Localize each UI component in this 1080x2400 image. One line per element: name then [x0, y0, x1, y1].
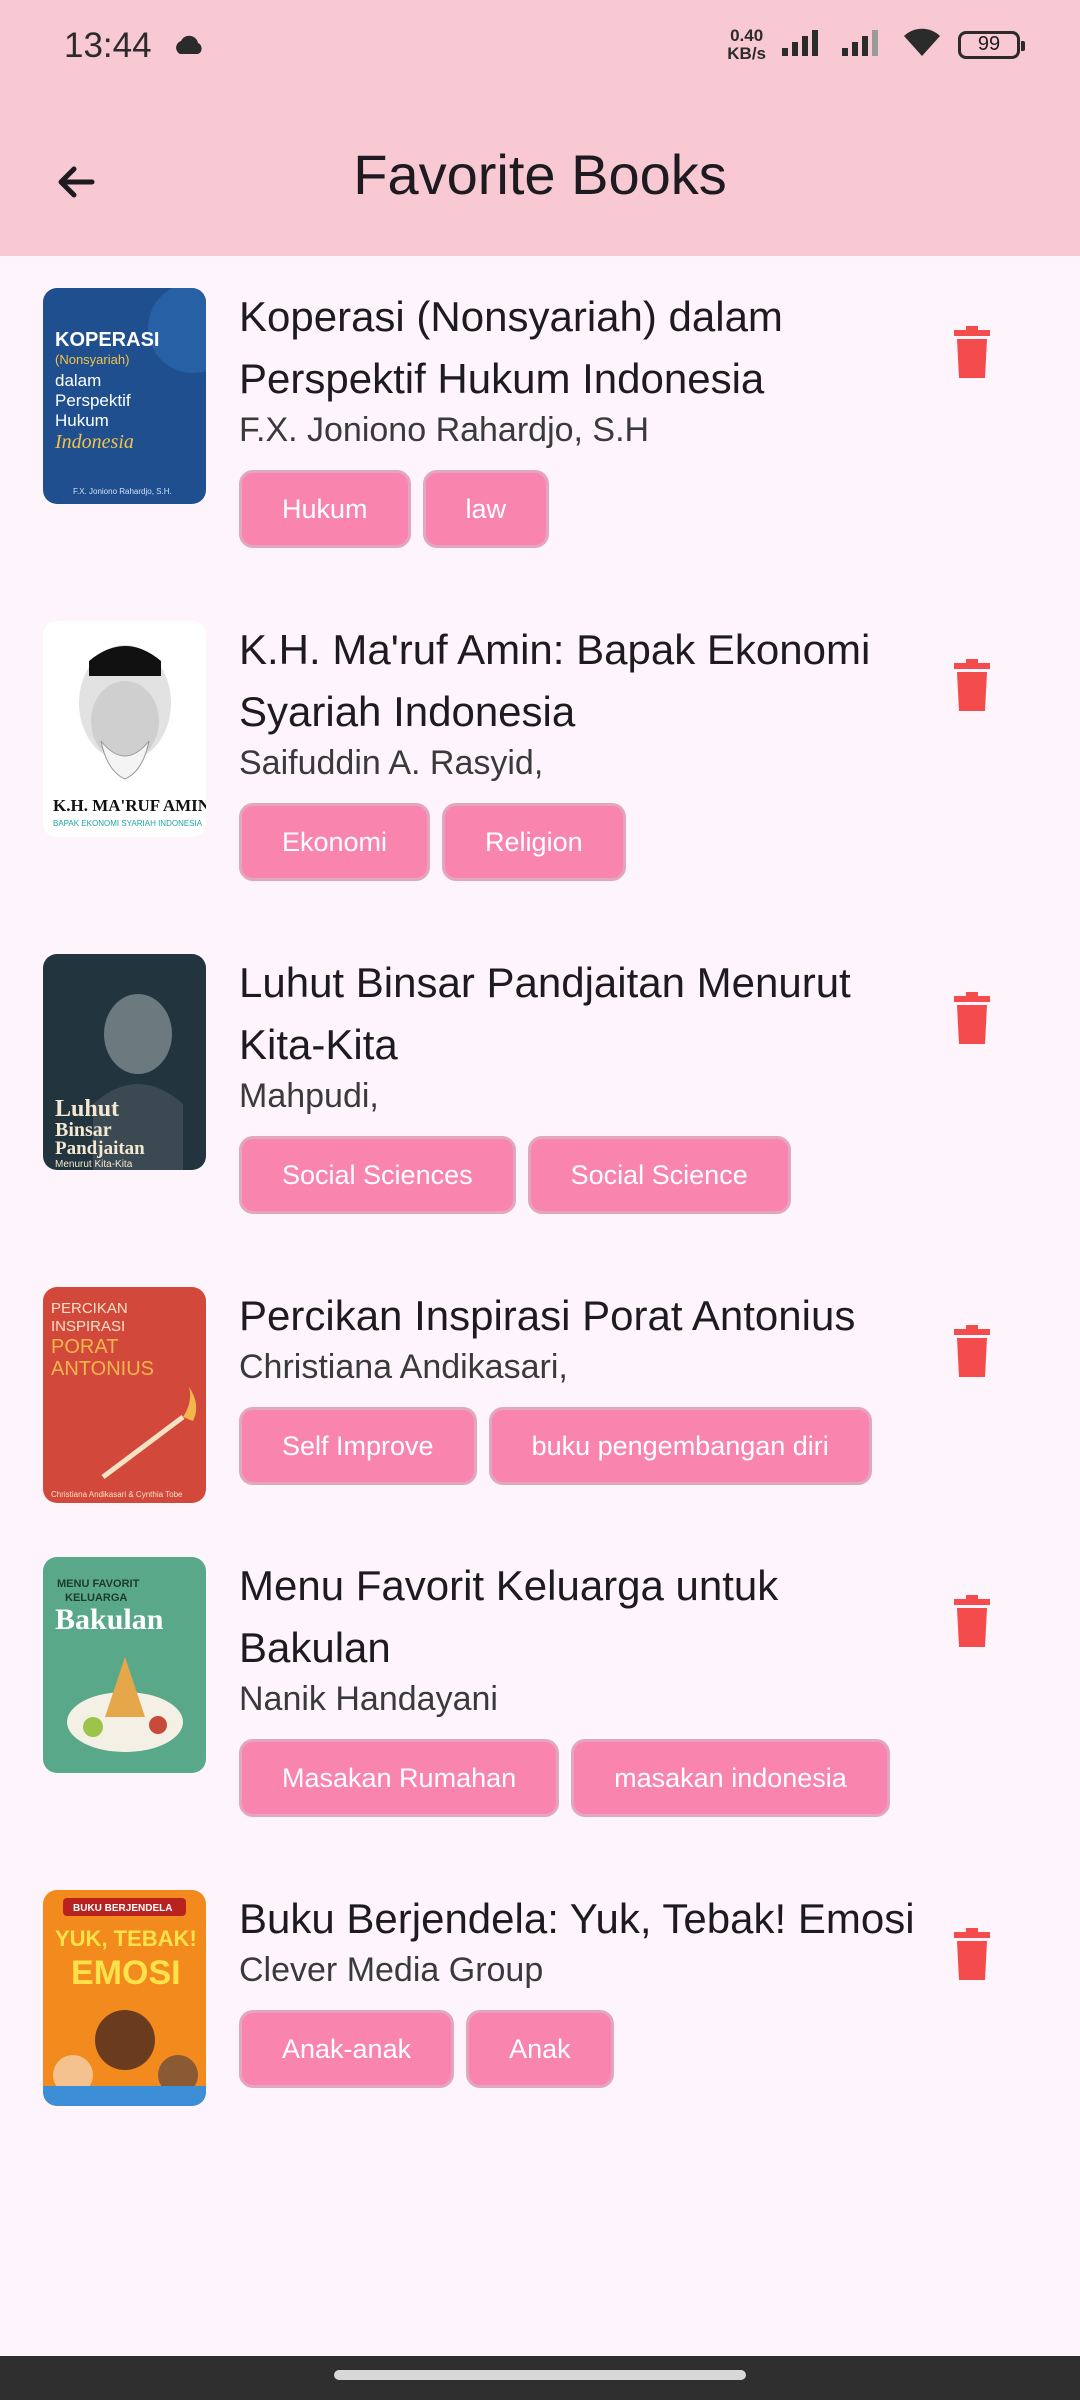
svg-text:BAPAK EKONOMI SYARIAH INDONESI: BAPAK EKONOMI SYARIAH INDONESIA — [53, 819, 203, 828]
book-info: Luhut Binsar Pandjaitan Menurut Kita-Kit… — [239, 952, 919, 1214]
svg-text:F.X. Joniono Rahardjo, S.H.: F.X. Joniono Rahardjo, S.H. — [73, 487, 172, 496]
delete-button[interactable] — [940, 1918, 1004, 1990]
svg-text:PERCIKAN: PERCIKAN — [51, 1300, 128, 1317]
book-list-item[interactable]: K.H. MA'RUF AMIN BAPAK EKONOMI SYARIAH I… — [0, 589, 1080, 922]
svg-text:dalam: dalam — [55, 371, 101, 390]
category-chip[interactable]: Social Science — [527, 1136, 791, 1214]
book-author: Christiana Andikasari, — [239, 1348, 568, 1386]
delete-button[interactable] — [940, 982, 1004, 1054]
category-chip[interactable]: Anak — [466, 2010, 614, 2088]
svg-text:YUK, TEBAK!: YUK, TEBAK! — [55, 1926, 197, 1951]
favorite-books-list: KOPERASI (Nonsyariah) dalam Perspektif H… — [0, 256, 1080, 2191]
svg-text:Menurut Kita-Kita: Menurut Kita-Kita — [55, 1159, 133, 1170]
trash-icon — [954, 992, 990, 1044]
trash-icon — [954, 659, 990, 711]
svg-text:Bakulan: Bakulan — [55, 1603, 164, 1636]
book-cover: Luhut Binsar Pandjaitan Menurut Kita-Kit… — [43, 954, 206, 1170]
book-info: Menu Favorit Keluarga untuk Bakulan Nani… — [239, 1555, 919, 1817]
category-chip[interactable]: Anak-anak — [239, 2010, 455, 2088]
tag-group: Hukum law — [239, 470, 919, 548]
category-chip[interactable]: Hukum — [239, 470, 411, 548]
battery-level: 99 — [977, 33, 1001, 55]
svg-text:KOPERASI: KOPERASI — [55, 329, 159, 351]
book-list-item[interactable]: Luhut Binsar Pandjaitan Menurut Kita-Kit… — [0, 922, 1080, 1255]
svg-text:MENU FAVORIT: MENU FAVORIT — [57, 1578, 140, 1590]
book-info: Buku Berjendela: Yuk, Tebak! Emosi Cleve… — [239, 1888, 919, 2088]
svg-text:Indonesia: Indonesia — [54, 431, 134, 453]
svg-text:Hukum: Hukum — [55, 411, 109, 430]
book-list-item[interactable]: MENU FAVORIT KELUARGA Bakulan Menu Favor… — [0, 1525, 1080, 1858]
book-cover: MENU FAVORIT KELUARGA Bakulan — [43, 1557, 206, 1773]
network-speed-unit: KB/s — [727, 43, 766, 63]
book-list-item[interactable]: BUKU BERJENDELA YUK, TEBAK! EMOSI Buku B… — [0, 1858, 1080, 2191]
book-info: Koperasi (Nonsyariah) dalam Perspektif H… — [239, 286, 919, 548]
category-chip[interactable]: Ekonomi — [239, 803, 431, 881]
home-indicator[interactable] — [334, 2370, 746, 2380]
delete-button[interactable] — [940, 1315, 1004, 1387]
book-cover: BUKU BERJENDELA YUK, TEBAK! EMOSI — [43, 1890, 206, 2106]
wifi-icon — [900, 26, 944, 63]
category-chip[interactable]: Social Sciences — [239, 1136, 516, 1214]
book-title: Menu Favorit Keluarga untuk Bakulan — [239, 1562, 779, 1671]
category-chip[interactable]: Masakan Rumahan — [239, 1739, 560, 1817]
book-cover: K.H. MA'RUF AMIN BAPAK EKONOMI SYARIAH I… — [43, 621, 206, 837]
delete-button[interactable] — [940, 1585, 1004, 1657]
book-info: K.H. Ma'ruf Amin: Bapak Ekonomi Syariah … — [239, 619, 919, 881]
signal-icon-2 — [840, 28, 886, 61]
battery-icon: 99 — [958, 30, 1025, 59]
cloud-icon — [172, 34, 206, 61]
category-chip[interactable]: Self Improve — [239, 1407, 477, 1485]
tag-group: Social Sciences Social Science — [239, 1136, 919, 1214]
book-list-item[interactable]: PERCIKAN INSPIRASI PORAT ANTONIUS Christ… — [0, 1255, 1080, 1525]
book-info: Percikan Inspirasi Porat Antonius Christ… — [239, 1285, 919, 1485]
delete-button[interactable] — [940, 649, 1004, 721]
status-bar: 13:44 0.40 KB/s 99 — [0, 0, 1080, 96]
book-title: Percikan Inspirasi Porat Antonius — [239, 1292, 856, 1339]
page-title: Favorite Books — [353, 143, 727, 206]
book-author: F.X. Joniono Rahardjo, S.H — [239, 411, 650, 449]
tag-group: Self Improve buku pengembangan diri — [239, 1407, 919, 1485]
category-chip[interactable]: law — [422, 470, 550, 548]
system-navigation-bar — [0, 2356, 1080, 2400]
status-time: 13:44 — [64, 26, 152, 65]
category-chip[interactable]: buku pengembangan diri — [488, 1407, 872, 1485]
book-author: Nanik Handayani — [239, 1680, 498, 1718]
book-author: Clever Media Group — [239, 1951, 544, 1989]
svg-text:INSPIRASI: INSPIRASI — [51, 1318, 125, 1335]
svg-text:Perspektif: Perspektif — [55, 391, 131, 410]
category-chip[interactable]: Religion — [442, 803, 626, 881]
network-speed-value: 0.40 — [730, 25, 764, 45]
app-bar: Favorite Books — [0, 96, 1080, 256]
trash-icon — [954, 326, 990, 378]
book-title: Luhut Binsar Pandjaitan Menurut Kita-Kit… — [239, 959, 851, 1068]
tag-group: Anak-anak Anak — [239, 2010, 919, 2088]
tag-group: Masakan Rumahan masakan indonesia — [239, 1739, 919, 1817]
network-speed: 0.40 KB/s — [727, 25, 766, 63]
tag-group: Ekonomi Religion — [239, 803, 919, 881]
book-author: Saifuddin A. Rasyid, — [239, 744, 544, 782]
svg-text:PORAT: PORAT — [51, 1336, 118, 1358]
trash-icon — [954, 1928, 990, 1980]
trash-icon — [954, 1595, 990, 1647]
book-cover: KOPERASI (Nonsyariah) dalam Perspektif H… — [43, 288, 206, 504]
book-cover: PERCIKAN INSPIRASI PORAT ANTONIUS Christ… — [43, 1287, 206, 1503]
book-title: Koperasi (Nonsyariah) dalam Perspektif H… — [239, 293, 783, 402]
book-author: Mahpudi, — [239, 1077, 379, 1115]
delete-button[interactable] — [940, 316, 1004, 388]
signal-icon — [780, 28, 826, 61]
svg-text:Pandjaitan: Pandjaitan — [55, 1138, 145, 1159]
svg-text:EMOSI: EMOSI — [71, 1954, 181, 1992]
svg-text:(Nonsyariah): (Nonsyariah) — [55, 352, 129, 367]
category-chip[interactable]: masakan indonesia — [571, 1739, 890, 1817]
book-list-item[interactable]: KOPERASI (Nonsyariah) dalam Perspektif H… — [0, 256, 1080, 589]
svg-text:BUKU BERJENDELA: BUKU BERJENDELA — [73, 1903, 172, 1914]
status-icons: 0.40 KB/s 99 — [727, 25, 1025, 63]
book-title: K.H. Ma'ruf Amin: Bapak Ekonomi Syariah … — [239, 626, 871, 735]
svg-text:K.H. MA'RUF AMIN: K.H. MA'RUF AMIN — [53, 796, 206, 815]
trash-icon — [954, 1325, 990, 1377]
book-title: Buku Berjendela: Yuk, Tebak! Emosi — [239, 1895, 915, 1942]
svg-text:ANTONIUS: ANTONIUS — [51, 1358, 154, 1380]
svg-text:Christiana Andikasari & Cynthi: Christiana Andikasari & Cynthia Tobe — [51, 1490, 183, 1499]
